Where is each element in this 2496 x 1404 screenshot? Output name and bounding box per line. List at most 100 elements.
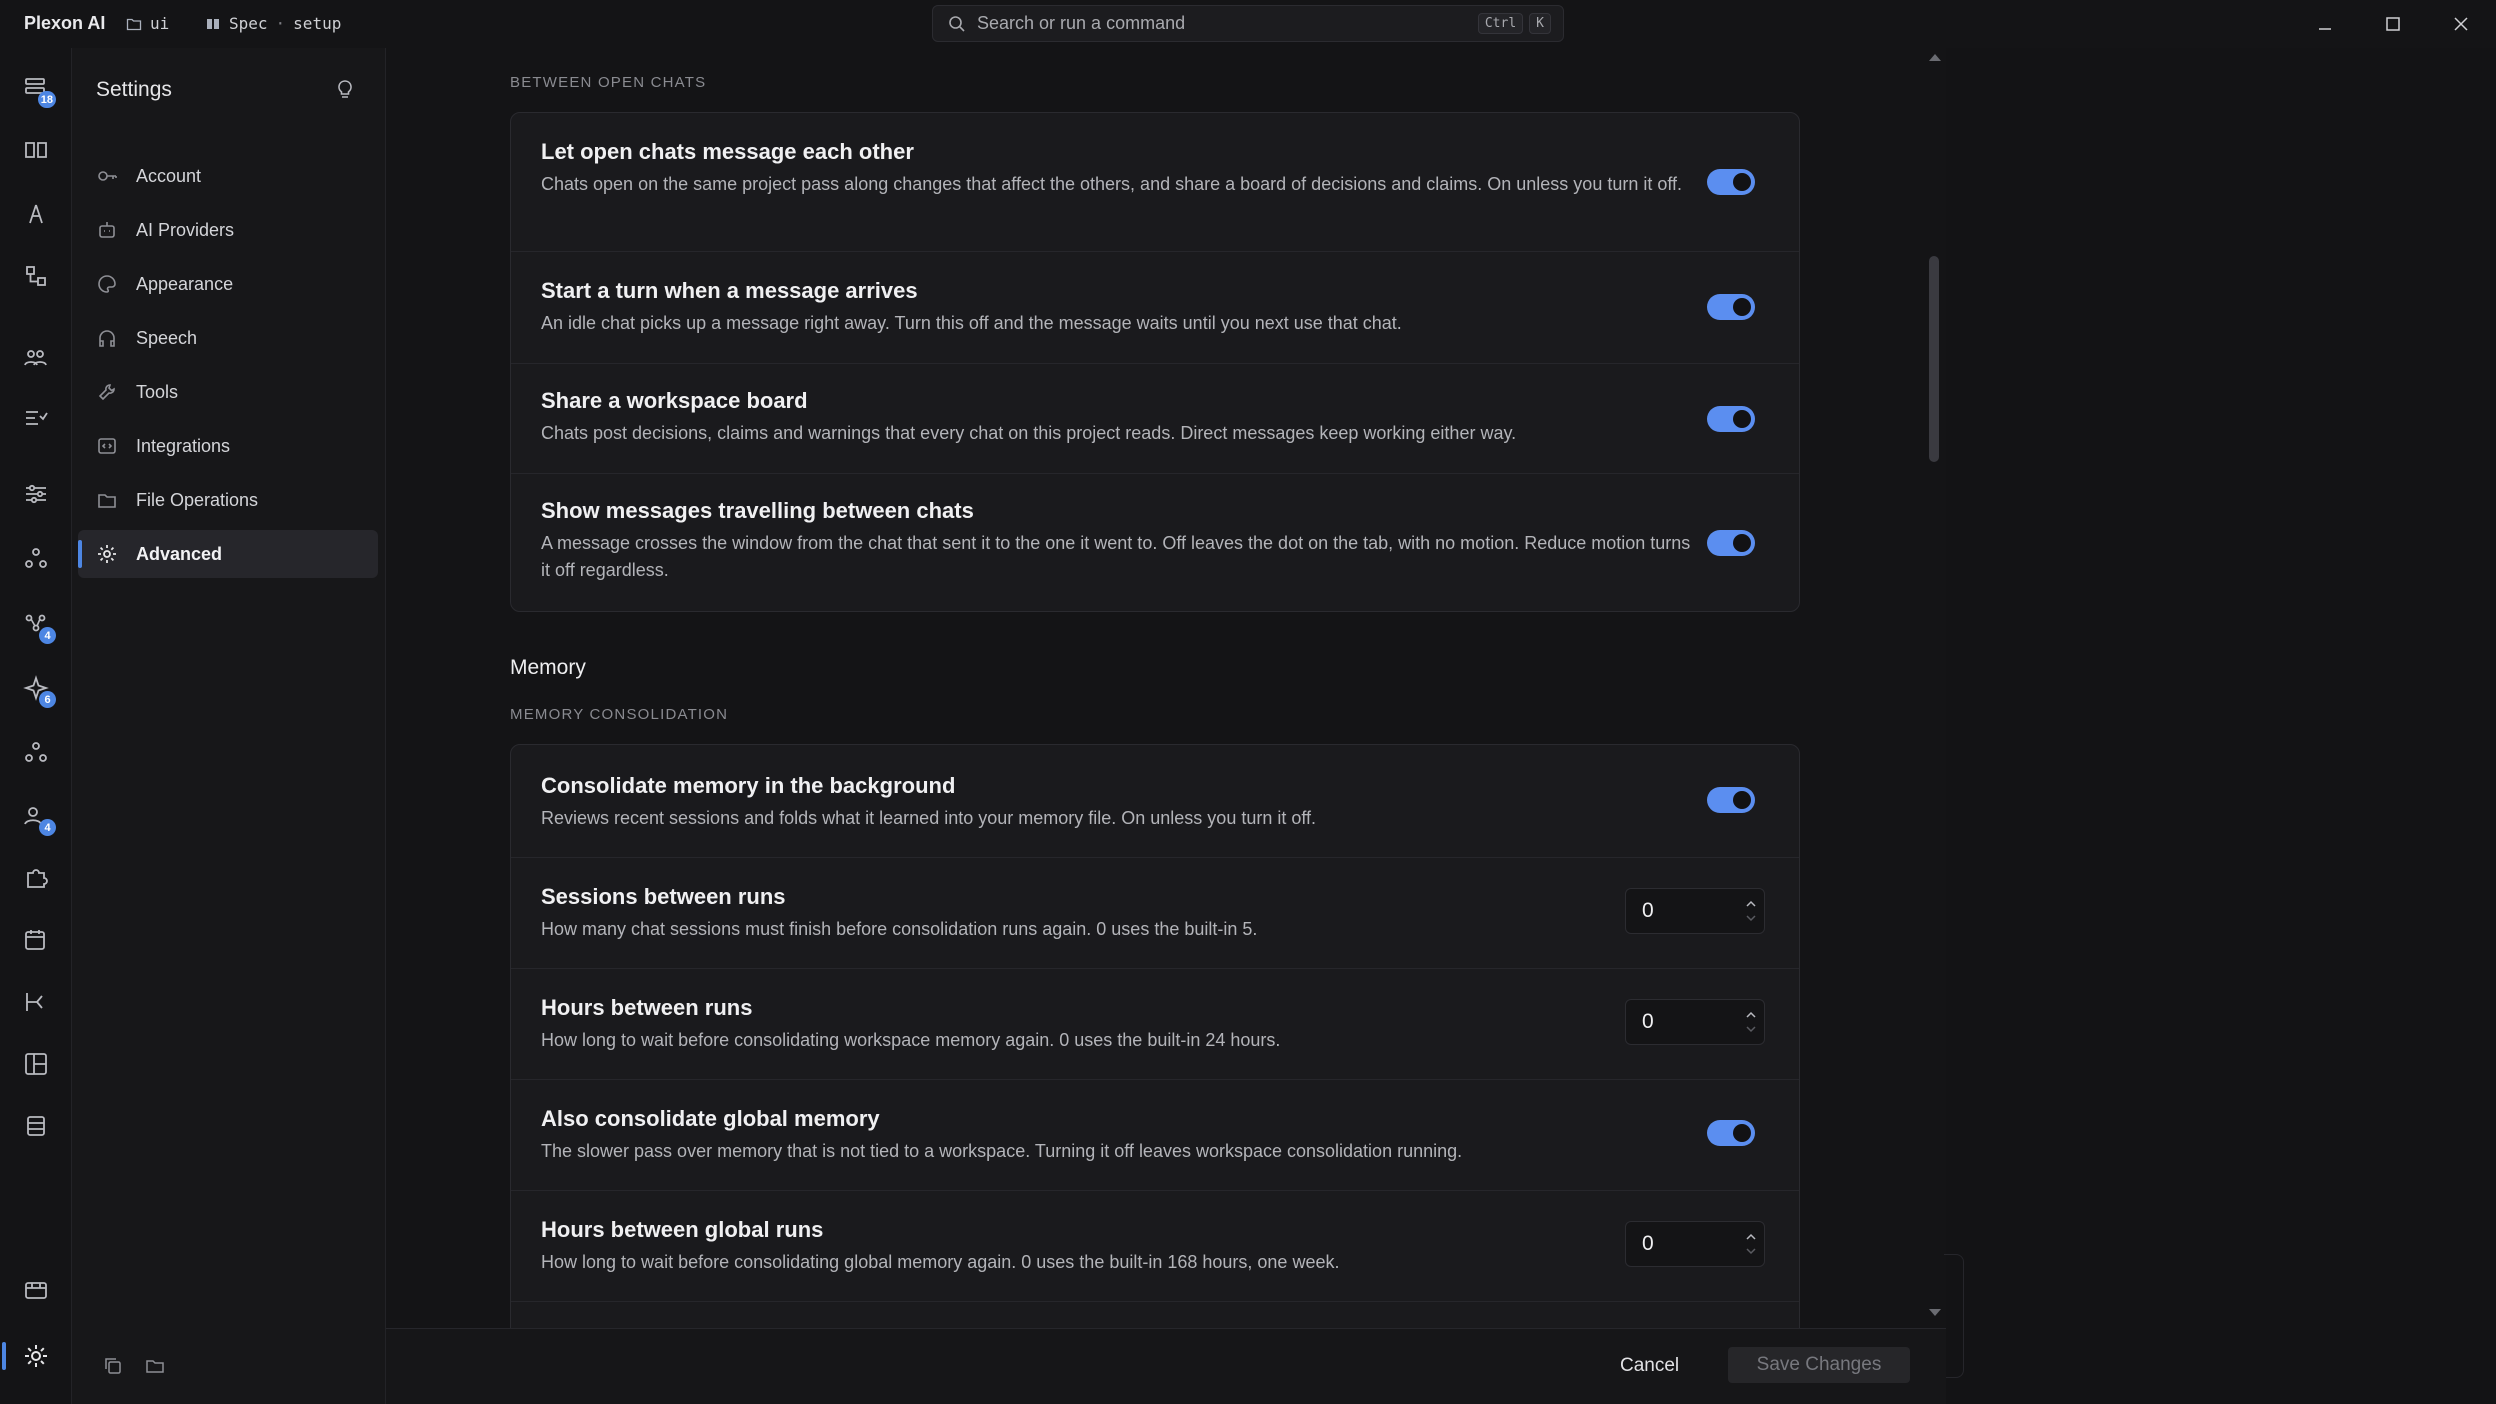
search-icon [949, 15, 965, 32]
chevron-up-icon [1746, 900, 1756, 907]
number-input[interactable]: 0 [1625, 888, 1765, 934]
setting-description: How long to wait before consolidating wo… [541, 1030, 1281, 1050]
toggle-switch[interactable] [1707, 787, 1755, 813]
rail-settings[interactable] [18, 1338, 54, 1374]
rail-graph[interactable] [18, 734, 54, 770]
rail-active-indicator [2, 1342, 6, 1370]
setting-title: Hours between global runs [541, 1217, 824, 1242]
setting-row: Sessions between runs How many chat sess… [511, 857, 1799, 968]
setting-description: How many chat sessions must finish befor… [541, 919, 1258, 939]
command-search[interactable]: Search or run a command Ctrl K [932, 5, 1564, 42]
memory-consolidation-card: Consolidate memory in the background Rev… [510, 744, 1800, 1328]
rail-schedule[interactable] [18, 922, 54, 958]
sidebar-item-ai-providers[interactable]: AI Providers [78, 206, 378, 254]
gear-icon [25, 1345, 47, 1367]
setting-description: Chats open on the same project pass alon… [541, 174, 1683, 194]
setting-description: The slower pass over memory that is not … [541, 1141, 1463, 1161]
sidebar-item-integrations[interactable]: Integrations [78, 422, 378, 470]
app-name: Plexon AI [24, 13, 106, 33]
toggle-switch[interactable] [1707, 1120, 1755, 1146]
rail-workflows[interactable] [18, 984, 54, 1020]
rail-webhooks[interactable] [18, 540, 54, 576]
puzzle-icon [27, 869, 48, 888]
rail-people[interactable]: 4 [18, 798, 56, 836]
setting-row: Hours between runs How long to wait befo… [511, 968, 1799, 1079]
toggle-switch[interactable] [1707, 530, 1755, 556]
rail-database[interactable] [18, 1108, 54, 1144]
rail-chats[interactable]: 18 [18, 70, 56, 108]
rail-layout[interactable] [18, 1046, 54, 1082]
spec-breadcrumb[interactable]: Spec · setup [205, 14, 341, 33]
minimize-icon [2319, 28, 2331, 30]
chats-badge: 18 [37, 91, 56, 108]
rail-compass[interactable] [18, 196, 54, 232]
tips-button[interactable] [330, 74, 360, 104]
scroll-up-arrow[interactable] [1928, 52, 1942, 62]
number-stepper[interactable] [1738, 1224, 1764, 1264]
number-stepper[interactable] [1738, 891, 1764, 931]
setting-description: A message crosses the window from the ch… [541, 533, 1691, 580]
toggle-switch[interactable] [1707, 406, 1755, 432]
sidebar-item-account[interactable]: Account [78, 152, 378, 200]
number-input[interactable]: 0 [1625, 1221, 1765, 1267]
workspace-folder[interactable]: ui [126, 14, 169, 33]
rail-tasks[interactable] [18, 400, 54, 436]
copy-button[interactable] [100, 1353, 126, 1379]
setting-row: Also consolidate global memory The slowe… [511, 1079, 1799, 1190]
close-icon [2454, 17, 2468, 31]
minimize-button[interactable] [2308, 8, 2342, 40]
setting-title: Let open chats message each other [541, 139, 914, 164]
rail-extensions[interactable] [18, 860, 54, 896]
maximize-button[interactable] [2376, 8, 2410, 40]
sidebar-item-advanced[interactable]: Advanced [78, 530, 378, 578]
open-folder-button[interactable] [142, 1353, 168, 1379]
lightbulb-icon [338, 80, 352, 98]
sidebar-item-label: Speech [136, 327, 198, 348]
setting-row [511, 1301, 1799, 1328]
rail-structure[interactable] [18, 258, 54, 294]
number-input[interactable]: 0 [1625, 999, 1765, 1045]
sidebar-item-label: Account [136, 165, 202, 186]
toggle-switch[interactable] [1707, 169, 1755, 195]
scroll-down-arrow[interactable] [1928, 1308, 1942, 1318]
settings-title: Settings [96, 78, 172, 101]
setting-title: Sessions between runs [541, 884, 786, 909]
cancel-button[interactable]: Cancel [1606, 1349, 1693, 1383]
rail-team[interactable] [18, 340, 54, 376]
robot-icon [99, 222, 115, 238]
save-changes-button[interactable]: Save Changes [1728, 1347, 1910, 1383]
spec-separator: · [275, 14, 286, 33]
activity-rail: 18 4 6 4 [0, 48, 72, 1404]
webhook-icon [25, 548, 47, 568]
spec-label: Spec [229, 14, 268, 33]
close-button[interactable] [2444, 8, 2478, 40]
sidebar-item-speech[interactable]: Speech [78, 314, 378, 362]
sidebar-item-tools[interactable]: Tools [78, 368, 378, 416]
sidebar-item-appearance[interactable]: Appearance [78, 260, 378, 308]
sidebar-item-label: File Operations [136, 489, 259, 510]
scrollbar-thumb[interactable] [1929, 256, 1939, 462]
sidebar-item-label: Integrations [136, 435, 231, 456]
setting-description: How long to wait before consolidating gl… [541, 1252, 1340, 1272]
setting-title: Share a workspace board [541, 388, 808, 413]
folder-icon [126, 18, 142, 30]
settings-content: BETWEEN OPEN CHATS Let open chats messag… [386, 48, 1946, 1328]
setting-description: Chats post decisions, claims and warning… [541, 423, 1517, 443]
rail-skills[interactable]: 6 [18, 670, 56, 708]
rail-store[interactable] [18, 1272, 54, 1308]
rail-agents[interactable]: 4 [18, 606, 56, 644]
search-placeholder: Search or run a command [977, 13, 1186, 33]
section-label-between-chats: BETWEEN OPEN CHATS [510, 74, 707, 91]
setting-row: Start a turn when a message arrives An i… [511, 251, 1799, 363]
setting-row: Consolidate memory in the background Rev… [511, 745, 1799, 857]
sidebar-item-label: Tools [136, 381, 179, 402]
setting-description: An idle chat picks up a message right aw… [541, 313, 1402, 333]
chevron-down-icon [1746, 1248, 1756, 1255]
number-stepper[interactable] [1738, 1002, 1764, 1042]
rail-library[interactable] [18, 132, 54, 168]
spec-name: setup [293, 14, 342, 33]
copy-icon [105, 1358, 121, 1374]
sidebar-item-file-operations[interactable]: File Operations [78, 476, 378, 524]
toggle-switch[interactable] [1707, 294, 1755, 320]
rail-tuning[interactable] [18, 476, 54, 512]
